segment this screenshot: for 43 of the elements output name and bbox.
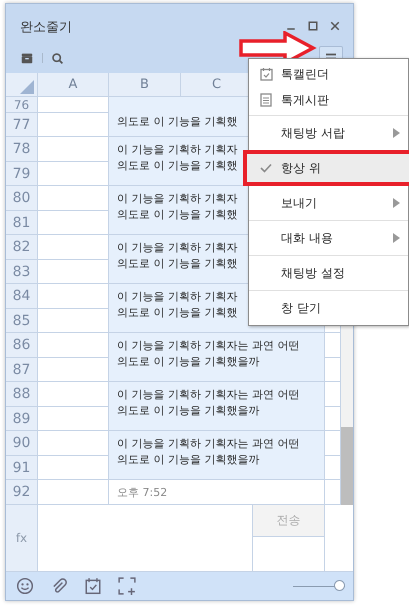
maximize-icon[interactable] xyxy=(307,20,319,32)
message-text: 이 기능을 기획하 기획자는 과연 어떤 의도로 이 기능을 기획했을까 xyxy=(109,333,325,381)
menu-item[interactable]: 창 닫기 xyxy=(249,293,408,323)
close-icon[interactable] xyxy=(329,20,341,32)
message-text: 이 기능을 기획하 기획자는 과연 어떤 의도로 이 기능을 기획했을까 xyxy=(109,431,325,479)
menu-item[interactable]: 대화 내용 xyxy=(249,223,408,253)
submenu-arrow-icon xyxy=(393,198,400,208)
row-number: 77 xyxy=(6,112,38,136)
row-number: 92 xyxy=(6,480,38,504)
row-number: 82 xyxy=(6,235,38,259)
search-icon[interactable] xyxy=(51,52,64,64)
row-number: 85 xyxy=(6,308,38,332)
row-number: 78 xyxy=(6,137,38,161)
calendar-icon[interactable] xyxy=(84,577,102,595)
submenu-arrow-icon xyxy=(393,128,400,138)
row-number: 80 xyxy=(6,186,38,210)
row-number: 88 xyxy=(6,382,38,406)
menu-item[interactable]: 채팅방 설정 xyxy=(249,258,408,288)
row-number: 76 xyxy=(6,97,38,112)
smiley-icon[interactable] xyxy=(16,577,34,595)
drawer-icon[interactable] xyxy=(20,51,34,65)
menu-item[interactable]: 채팅방 서랍 xyxy=(249,118,408,148)
row-number: 91 xyxy=(6,455,38,479)
message-text: 이 기능을 기획하 기획자는 과연 어떤 의도로 이 기능을 기획했을까 xyxy=(109,382,325,430)
row-number: 79 xyxy=(6,161,38,185)
row-number: 81 xyxy=(6,210,38,234)
zoom-slider[interactable] xyxy=(293,580,345,592)
row-number: 83 xyxy=(6,259,38,283)
row-number: 86 xyxy=(6,333,38,357)
menu-item[interactable]: 항상 위 xyxy=(246,153,409,183)
row-number: 89 xyxy=(6,406,38,430)
menu-item[interactable]: 보내기 xyxy=(249,188,408,218)
document-icon xyxy=(260,93,272,107)
row-number: 90 xyxy=(6,431,38,455)
timestamp: 오후 7:52 xyxy=(109,480,325,504)
row-number: 84 xyxy=(6,284,38,308)
scrollbar-thumb[interactable] xyxy=(341,427,353,505)
window-title: 완소줄기 xyxy=(20,19,73,36)
calendar-icon xyxy=(260,67,272,81)
formula-label: fx xyxy=(6,505,38,571)
capture-icon[interactable] xyxy=(118,577,136,595)
submenu-arrow-icon xyxy=(393,233,400,243)
row-number: 87 xyxy=(6,357,38,381)
